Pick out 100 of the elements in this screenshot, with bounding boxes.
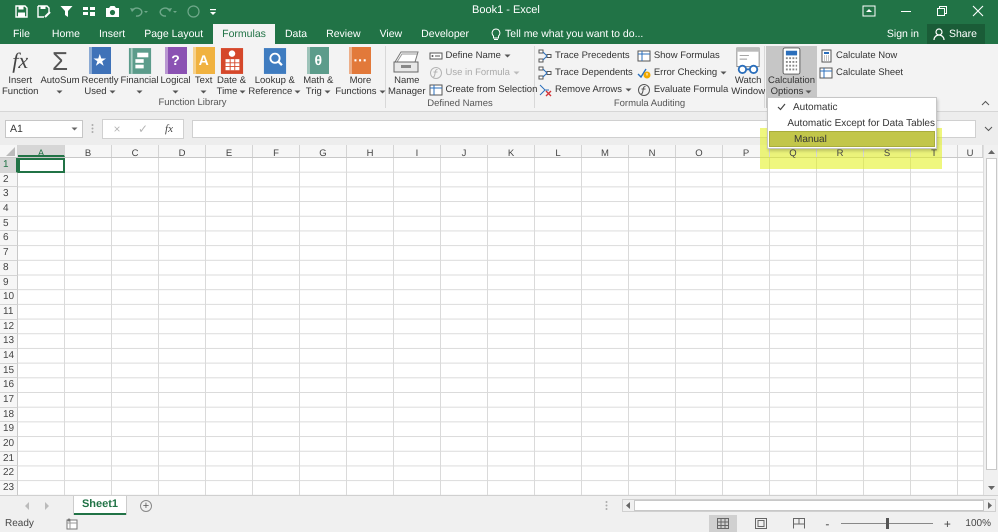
column-header[interactable]: C (112, 145, 159, 157)
new-sheet-button[interactable]: + (140, 500, 152, 512)
function-circle-icon (636, 82, 651, 96)
expand-icon[interactable] (984, 126, 993, 132)
ribbon-tab[interactable]: Formulas (213, 24, 275, 44)
column-header[interactable]: L (535, 145, 582, 157)
column-header[interactable]: N (629, 145, 676, 157)
group-label: Formula Auditing (612, 98, 686, 110)
ribbon-button[interactable]: fx Insert Function (1, 46, 40, 97)
column-header[interactable]: J (441, 145, 488, 157)
menu-item[interactable]: Automatic Except for Data Tables (769, 115, 935, 131)
ribbon-tab[interactable]: File (0, 24, 42, 44)
ribbon-button[interactable]: Show Formulas (634, 47, 730, 64)
ribbon-button[interactable]: θ Math & Trig (302, 46, 334, 97)
tell-me-field[interactable]: Tell me what you want to do... (505, 28, 666, 40)
name-box[interactable]: A1 (5, 120, 83, 138)
row-header[interactable]: 23 (0, 481, 18, 495)
sign-in-link[interactable]: Sign in (878, 24, 927, 44)
zoom-slider[interactable] (841, 518, 934, 529)
ribbon-button[interactable]: Date & Time (216, 46, 248, 97)
ribbon-tab[interactable]: Data (276, 24, 316, 44)
row-header[interactable]: 15 (0, 364, 18, 378)
column-header[interactable]: B (65, 145, 112, 157)
close-icon[interactable] (972, 5, 984, 17)
row-header[interactable]: 9 (0, 276, 18, 290)
column-header[interactable]: G (300, 145, 347, 157)
row-header[interactable]: 22 (0, 466, 18, 482)
save-icon[interactable] (15, 4, 28, 18)
column-header[interactable]: E (206, 145, 253, 157)
zoom-in-button[interactable]: + (943, 516, 952, 530)
ribbon-button[interactable]: A Text (192, 46, 216, 97)
scroll-right-icon[interactable] (987, 501, 993, 510)
row-header[interactable]: 11 (0, 304, 18, 320)
ribbon-button[interactable]: Watch Window (730, 46, 766, 98)
column-header[interactable]: O (676, 145, 723, 157)
zoom-level[interactable]: 100% (965, 518, 991, 529)
row-header[interactable]: 14 (0, 348, 18, 364)
ribbon-button[interactable]: Calculate Now (817, 47, 906, 64)
scroll-left-icon[interactable] (625, 501, 631, 510)
ribbon-tab[interactable]: Review (317, 24, 370, 44)
ribbon-button[interactable]: Name Manager (387, 46, 426, 98)
insert-function-button[interactable]: fx (161, 122, 177, 134)
ribbon-button[interactable]: ★ Recently Used (80, 46, 120, 97)
row-header[interactable]: 5 (0, 216, 18, 232)
camera-icon[interactable] (105, 4, 120, 18)
ribbon-button[interactable]: Financial (119, 46, 160, 97)
vertical-scrollbar[interactable] (983, 145, 998, 495)
row-header[interactable]: 7 (0, 246, 18, 261)
save-edit-icon[interactable] (37, 4, 51, 18)
ribbon-button[interactable]: Σ AutoSum (39, 46, 81, 97)
share-button[interactable]: Share (926, 24, 985, 44)
row-header[interactable]: 6 (0, 231, 18, 246)
active-cell[interactable] (18, 158, 65, 173)
ribbon-tab[interactable]: Page Layout (135, 24, 212, 44)
ribbon-tab[interactable]: Developer (412, 24, 478, 44)
form-icon[interactable] (82, 4, 96, 18)
ribbon-button[interactable]: Error Checking (634, 64, 730, 81)
row-header[interactable]: 17 (0, 393, 18, 408)
row-header[interactable]: 4 (0, 202, 18, 217)
macro-record-icon[interactable] (66, 518, 79, 530)
row-header[interactable]: 13 (0, 334, 18, 349)
restore-icon[interactable] (936, 5, 948, 17)
column-header[interactable]: F (253, 145, 300, 157)
sheet-tab[interactable]: Sheet1 (74, 496, 126, 514)
ribbon-button[interactable]: Lookup & Reference (247, 46, 302, 97)
ribbon-button[interactable]: ··· More Functions (334, 46, 387, 97)
zoom-out-button[interactable]: - (823, 516, 832, 530)
row-header[interactable]: 16 (0, 378, 18, 393)
row-header[interactable]: 21 (0, 452, 18, 466)
collapse-ribbon-icon[interactable] (981, 100, 990, 106)
row-header[interactable]: 8 (0, 260, 18, 276)
status-text: Ready (5, 518, 34, 529)
view-button[interactable] (709, 515, 738, 532)
cell-grid[interactable] (18, 158, 983, 495)
row-header[interactable]: 10 (0, 290, 18, 305)
row-header[interactable]: 2 (0, 172, 18, 188)
row-header[interactable]: 12 (0, 320, 18, 334)
column-header[interactable]: D (159, 145, 206, 157)
ribbon-button[interactable]: Calculate Sheet (817, 64, 906, 81)
row-header[interactable]: 18 (0, 408, 18, 422)
scroll-up-icon[interactable] (986, 149, 996, 155)
column-header[interactable]: H (347, 145, 394, 157)
ribbon-tab[interactable]: Home (42, 24, 89, 44)
column-header[interactable]: I (394, 145, 441, 157)
ribbon-tab[interactable]: Insert (90, 24, 134, 44)
row-header[interactable]: 20 (0, 437, 18, 452)
menu-item[interactable]: Manual (769, 131, 935, 147)
row-header[interactable]: 1 (0, 158, 18, 173)
horizontal-scrollbar[interactable] (622, 499, 996, 512)
book-icon: ★ (89, 47, 111, 74)
ribbon-tab[interactable]: View (370, 24, 412, 44)
row-header[interactable]: 3 (0, 187, 18, 202)
scroll-down-icon[interactable] (986, 485, 996, 491)
filter-icon[interactable] (60, 4, 73, 18)
row-header[interactable]: 19 (0, 422, 18, 438)
ribbon-button[interactable]: Evaluate Formula (634, 81, 730, 98)
column-header[interactable]: K (488, 145, 535, 157)
ribbon-display-icon[interactable] (862, 5, 876, 17)
ribbon-button[interactable]: ? Logical (160, 46, 192, 97)
column-header[interactable]: M (582, 145, 629, 157)
